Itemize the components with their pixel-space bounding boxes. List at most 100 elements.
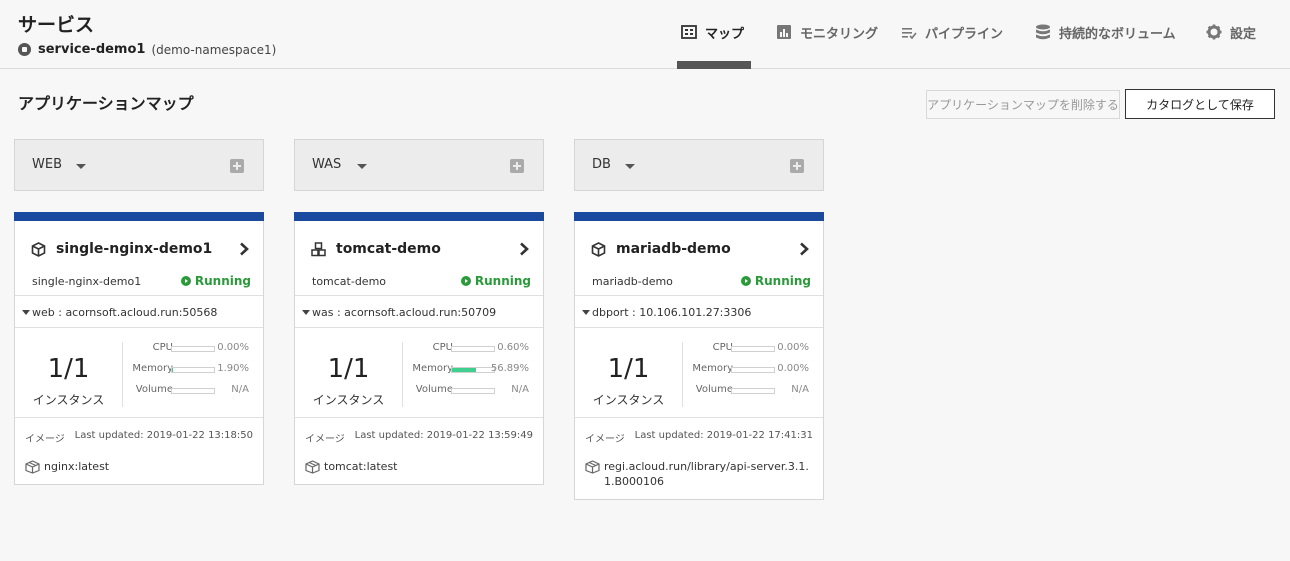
metric-cpu-label: CPU bbox=[152, 342, 173, 353]
service-name: service-demo1 bbox=[38, 42, 146, 57]
metric-memory-bar bbox=[731, 367, 775, 373]
metric-memory-fill bbox=[452, 368, 476, 372]
instance-label: インスタンス bbox=[312, 393, 385, 407]
endpoint-text: was : acornsoft.acloud.run:50709 bbox=[312, 306, 497, 319]
metric-cpu-bar bbox=[171, 346, 215, 352]
last-updated: Last updated: 2019-01-22 13:18:50 bbox=[74, 430, 253, 441]
metric-memory-bar bbox=[451, 367, 495, 373]
image-name: nginx:latest bbox=[44, 460, 110, 473]
status-text: Running bbox=[474, 274, 531, 288]
column-dropdown-icon[interactable] bbox=[76, 164, 86, 169]
tab-map-label: マップ bbox=[705, 26, 745, 42]
metric-volume-bar bbox=[171, 388, 215, 394]
card-accent-bar bbox=[14, 212, 264, 221]
image-row: regi.acloud.run/library/api-server.3.1.1… bbox=[585, 459, 813, 489]
metric-cpu: CPU 0.60% bbox=[403, 342, 545, 356]
cube-icon bbox=[31, 241, 51, 257]
expand-caret-icon[interactable] bbox=[302, 310, 310, 315]
tab-persistent-volume-label: 持続的なボリューム bbox=[1059, 26, 1176, 42]
metric-cpu: CPU 0.00% bbox=[123, 342, 265, 356]
metric-volume-value: N/A bbox=[791, 384, 809, 395]
status-text: Running bbox=[194, 274, 251, 288]
card-title-text: single-nginx-demo1 bbox=[56, 241, 213, 257]
column-name: DB bbox=[592, 157, 611, 172]
instance-count: 1/1 bbox=[327, 354, 370, 384]
card-stats: 1/1 インスタンス CPU 0.60% Memory 56.89% Volum… bbox=[295, 328, 543, 418]
map-icon bbox=[681, 24, 697, 40]
endpoint-text: dbport : 10.106.101.27:3306 bbox=[592, 306, 752, 319]
add-icon[interactable] bbox=[790, 159, 804, 173]
instance-count: 1/1 bbox=[607, 354, 650, 384]
service-info: service-demo1 (demo-namespace1) bbox=[18, 42, 276, 57]
app-card: tomcat-demo tomcat-demo Running was : ac… bbox=[294, 212, 544, 485]
chevron-right-icon[interactable] bbox=[519, 241, 529, 260]
metric-volume: Volume N/A bbox=[403, 384, 545, 398]
card-subtitle: single-nginx-demo1 bbox=[32, 275, 142, 288]
metric-cpu-label: CPU bbox=[432, 342, 453, 353]
card-title[interactable]: mariadb-demo bbox=[591, 241, 731, 257]
card-stats: 1/1 インスタンス CPU 0.00% Memory 0.00% Volume… bbox=[575, 328, 823, 418]
card-title-text: mariadb-demo bbox=[616, 241, 731, 257]
metric-memory-label: Memory bbox=[412, 363, 453, 374]
tab-persistent-volume[interactable]: 持続的なボリューム bbox=[1035, 22, 1176, 42]
cubes-icon bbox=[311, 241, 331, 257]
metric-memory-bar bbox=[171, 367, 215, 373]
metric-volume-label: Volume bbox=[135, 384, 173, 395]
card-title[interactable]: single-nginx-demo1 bbox=[31, 241, 212, 257]
metric-volume-label: Volume bbox=[695, 384, 733, 395]
chart-icon bbox=[776, 24, 792, 40]
expand-caret-icon[interactable] bbox=[582, 310, 590, 315]
service-icon bbox=[18, 43, 31, 56]
expand-caret-icon[interactable] bbox=[22, 310, 30, 315]
tab-settings-label: 設定 bbox=[1230, 26, 1257, 42]
status-badge: Running bbox=[180, 274, 251, 288]
image-row: nginx:latest bbox=[25, 459, 253, 474]
status-badge: Running bbox=[460, 274, 531, 288]
play-circle-icon bbox=[460, 276, 471, 286]
card-title[interactable]: tomcat-demo bbox=[311, 241, 441, 257]
tab-settings[interactable]: 設定 bbox=[1206, 22, 1256, 42]
chevron-right-icon[interactable] bbox=[239, 241, 249, 260]
instance-count: 1/1 bbox=[47, 354, 90, 384]
cube-icon bbox=[591, 241, 611, 257]
metric-memory-fill bbox=[172, 368, 173, 372]
last-updated: Last updated: 2019-01-22 13:59:49 bbox=[354, 430, 533, 441]
page-title: サービス bbox=[18, 14, 95, 36]
metric-memory-value: 0.00% bbox=[777, 363, 809, 374]
tab-map[interactable]: マップ bbox=[681, 22, 744, 42]
image-name: tomcat:latest bbox=[324, 460, 398, 473]
card-accent-bar bbox=[294, 212, 544, 221]
endpoint-row: dbport : 10.106.101.27:3306 bbox=[575, 296, 823, 328]
tab-monitoring[interactable]: モニタリング bbox=[776, 22, 878, 42]
package-icon bbox=[25, 460, 40, 474]
endpoint-row: web : acornsoft.acloud.run:50568 bbox=[15, 296, 263, 328]
card-subtitle: mariadb-demo bbox=[592, 275, 673, 288]
play-circle-icon bbox=[180, 276, 191, 286]
metric-cpu-value: 0.60% bbox=[497, 342, 529, 353]
endpoint-row: was : acornsoft.acloud.run:50709 bbox=[295, 296, 543, 328]
tab-pipeline[interactable]: パイプライン bbox=[901, 22, 1003, 42]
column-name: WAS bbox=[312, 157, 342, 172]
add-icon[interactable] bbox=[510, 159, 524, 173]
metric-volume-bar bbox=[451, 388, 495, 394]
metric-cpu-value: 0.00% bbox=[777, 342, 809, 353]
section-title: アプリケーションマップ bbox=[18, 94, 194, 113]
card-footer: イメージ Last updated: 2019-01-22 13:59:49 t… bbox=[295, 418, 543, 484]
chevron-right-icon[interactable] bbox=[799, 241, 809, 260]
metric-volume: Volume N/A bbox=[683, 384, 825, 398]
card-subtitle: tomcat-demo bbox=[312, 275, 387, 288]
card-accent-bar bbox=[574, 212, 824, 221]
add-icon[interactable] bbox=[230, 159, 244, 173]
metric-cpu-label: CPU bbox=[712, 342, 733, 353]
app-card: single-nginx-demo1 single-nginx-demo1 Ru… bbox=[14, 212, 264, 485]
save-as-catalog-button[interactable]: カタログとして保存 bbox=[1125, 89, 1275, 119]
database-icon bbox=[1035, 24, 1051, 40]
column-dropdown-icon[interactable] bbox=[625, 164, 635, 169]
tab-pipeline-label: パイプライン bbox=[925, 26, 1004, 42]
instance-label: インスタンス bbox=[592, 393, 665, 407]
page-header: サービス service-demo1 (demo-namespace1) マップ… bbox=[0, 0, 1290, 69]
column-name: WEB bbox=[32, 157, 62, 172]
metric-volume-label: Volume bbox=[415, 384, 453, 395]
delete-app-map-button[interactable]: アプリケーションマップを削除する bbox=[926, 90, 1120, 119]
column-dropdown-icon[interactable] bbox=[357, 164, 367, 169]
